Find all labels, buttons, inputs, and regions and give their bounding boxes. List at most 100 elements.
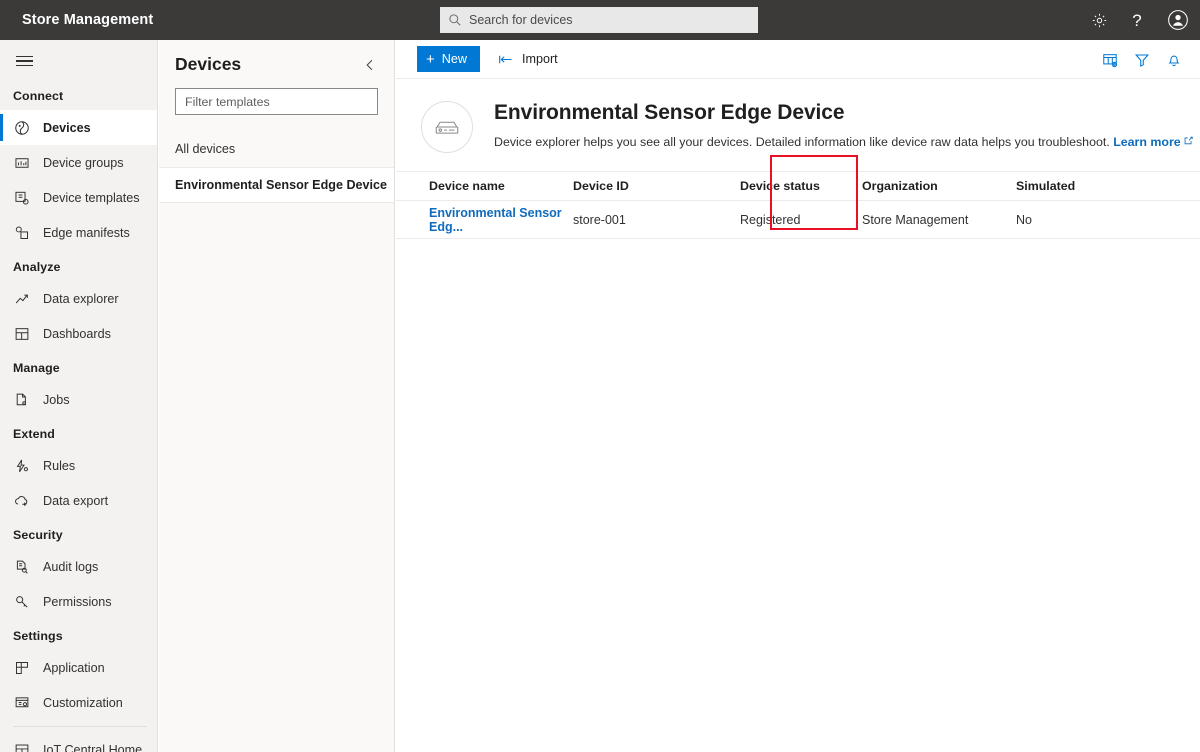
table-row[interactable]: Environmental Sensor Edg... store-001 Re…: [396, 201, 1200, 239]
bell-icon[interactable]: [1158, 40, 1190, 79]
sidebar-item-label: Jobs: [43, 392, 70, 407]
sidebar-item-label: Dashboards: [43, 326, 111, 341]
sidebar-item-label: Device groups: [43, 155, 124, 170]
filter-templates-input[interactable]: Filter templates: [175, 88, 378, 115]
sidebar-item-label: Application: [43, 660, 105, 675]
template-item-environmental-sensor-edge-device[interactable]: Environmental Sensor Edge Device: [159, 167, 394, 203]
application-icon: [13, 659, 31, 677]
rules-icon: [13, 457, 31, 475]
search-input[interactable]: Search for devices: [440, 7, 758, 33]
column-header-device-name[interactable]: Device name: [396, 179, 573, 193]
sidebar-item-label: IoT Central Home: [43, 742, 143, 752]
edge-manifests-icon: [13, 224, 31, 242]
top-bar-actions: ?: [1080, 0, 1200, 40]
cell-organization: Store Management: [862, 212, 969, 227]
iot-central-home-icon: [13, 741, 31, 752]
search-icon: [448, 13, 462, 27]
cell-device-name: Environmental Sensor Edg...: [396, 206, 573, 234]
sidebar-item-label: Edge manifests: [43, 225, 130, 240]
new-button[interactable]: + New: [417, 46, 480, 72]
main-content: + New Import Environmental Sensor Edge D…: [396, 40, 1200, 752]
learn-more-link[interactable]: Learn more: [1113, 134, 1193, 149]
sidebar-item-jobs[interactable]: Jobs: [0, 382, 157, 417]
column-header-device-status[interactable]: Device status: [740, 179, 862, 193]
column-header-organization[interactable]: Organization: [862, 179, 1016, 193]
sidebar-item-data-export[interactable]: Data export: [0, 483, 157, 518]
device-name-link[interactable]: Environmental Sensor Edg...: [429, 206, 562, 234]
plus-icon: +: [426, 50, 435, 68]
sidebar-item-iot-central-home[interactable]: IoT Central Home: [0, 732, 157, 752]
page-title: Environmental Sensor Edge Device: [494, 101, 845, 124]
sidebar-item-label: Devices: [43, 120, 91, 135]
new-button-label: New: [441, 52, 467, 66]
account-icon[interactable]: [1156, 0, 1200, 40]
device-groups-icon: [13, 154, 31, 172]
sidebar-divider: [13, 726, 147, 727]
import-button[interactable]: Import: [498, 52, 558, 66]
sidebar: Connect Devices Device groups Device tem…: [0, 40, 158, 752]
sidebar-group-connect: Connect: [13, 89, 64, 103]
sidebar-group-extend: Extend: [13, 427, 55, 441]
cell-simulated: No: [1016, 212, 1032, 227]
sidebar-item-label: Audit logs: [43, 559, 99, 574]
cell-device-status: Registered: [740, 212, 801, 227]
gear-icon[interactable]: [1080, 0, 1118, 40]
sidebar-item-label: Data export: [43, 493, 109, 508]
hamburger-icon[interactable]: [0, 43, 48, 79]
app-title: Store Management: [22, 12, 154, 28]
learn-more-label: Learn more: [1113, 135, 1181, 149]
device-templates-panel: Devices Filter templates All devices Env…: [159, 40, 395, 752]
sidebar-group-security: Security: [13, 528, 63, 542]
audit-logs-icon: [13, 558, 31, 576]
sidebar-item-audit-logs[interactable]: Audit logs: [0, 549, 157, 584]
sidebar-item-label: Rules: [43, 458, 76, 473]
customization-icon: [13, 694, 31, 712]
data-export-icon: [13, 492, 31, 510]
page-header-text: Environmental Sensor Edge Device Device …: [494, 99, 1193, 153]
sidebar-item-data-explorer[interactable]: Data explorer: [0, 281, 157, 316]
sidebar-item-device-templates[interactable]: Device templates: [0, 180, 157, 215]
command-bar: + New Import: [396, 40, 1200, 79]
cell-device-id: store-001: [573, 212, 626, 227]
page-description-text: Device explorer helps you see all your d…: [494, 135, 1110, 149]
template-item-label: Environmental Sensor Edge Device: [175, 178, 388, 192]
page-description: Device explorer helps you see all your d…: [494, 134, 1193, 149]
external-link-icon: [1184, 134, 1193, 148]
edge-gateway-icon: [421, 101, 473, 153]
template-item-label: All devices: [175, 142, 236, 156]
page-header: Environmental Sensor Edge Device Device …: [396, 79, 1200, 171]
sidebar-item-label: Device templates: [43, 190, 140, 205]
search-placeholder: Search for devices: [469, 13, 573, 27]
sidebar-group-analyze: Analyze: [13, 260, 61, 274]
import-button-label: Import: [521, 52, 558, 66]
column-options-icon[interactable]: [1094, 40, 1126, 79]
table-header-row: Device name Device ID Device status Orga…: [396, 171, 1200, 201]
template-item-all-devices[interactable]: All devices: [159, 131, 394, 167]
top-bar: Store Management Search for devices ?: [0, 0, 1200, 40]
sidebar-item-devices[interactable]: Devices: [0, 110, 157, 145]
filter-icon[interactable]: [1126, 40, 1158, 79]
data-explorer-icon: [13, 290, 31, 308]
sidebar-item-dashboards[interactable]: Dashboards: [0, 316, 157, 351]
sidebar-group-manage: Manage: [13, 361, 60, 375]
panel-title: Devices: [175, 54, 242, 74]
help-icon[interactable]: ?: [1118, 0, 1156, 40]
sidebar-item-device-groups[interactable]: Device groups: [0, 145, 157, 180]
chevron-left-icon[interactable]: [360, 55, 380, 75]
sidebar-item-label: Permissions: [43, 594, 112, 609]
devices-table: Device name Device ID Device status Orga…: [396, 171, 1200, 239]
column-header-device-id[interactable]: Device ID: [573, 179, 740, 193]
sidebar-item-label: Data explorer: [43, 291, 119, 306]
sidebar-item-application[interactable]: Application: [0, 650, 157, 685]
import-arrow-icon: [498, 52, 514, 66]
jobs-icon: [13, 391, 31, 409]
column-header-simulated[interactable]: Simulated: [1016, 179, 1136, 193]
device-templates-icon: [13, 189, 31, 207]
sidebar-item-permissions[interactable]: Permissions: [0, 584, 157, 619]
sidebar-item-rules[interactable]: Rules: [0, 448, 157, 483]
filter-placeholder: Filter templates: [185, 94, 270, 109]
panel-header: Devices: [159, 40, 394, 75]
sidebar-item-customization[interactable]: Customization: [0, 685, 157, 720]
sidebar-item-edge-manifests[interactable]: Edge manifests: [0, 215, 157, 250]
sidebar-item-label: Customization: [43, 695, 123, 710]
